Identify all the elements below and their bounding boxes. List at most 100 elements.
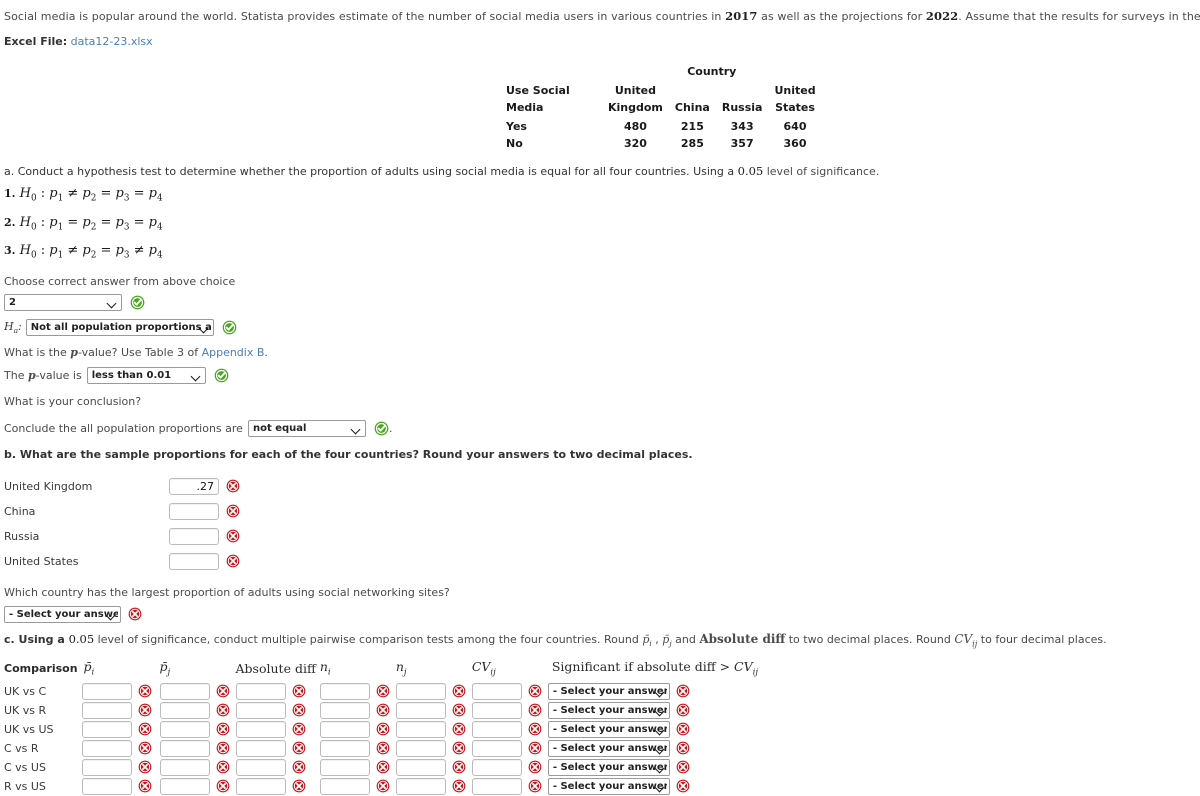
significant-select-row1[interactable]: - Select your answer - (547, 701, 670, 719)
proportion-input-china[interactable] (169, 502, 219, 520)
significant-select-wrap-row2[interactable]: - Select your answer - (547, 720, 670, 738)
proportion-input-us[interactable] (169, 552, 219, 570)
largest-proportion-row: - Select your answer - (4, 605, 1200, 623)
input-p-i-row1[interactable] (81, 701, 132, 719)
input-n-i-row4[interactable] (319, 758, 370, 776)
alternative-hypothesis-row: Ha: Not all population proportions are e… (4, 318, 1200, 336)
input-p-j-row2[interactable] (159, 720, 210, 738)
x-circle-icon (216, 684, 231, 699)
x-circle-icon (226, 554, 241, 569)
alternative-hypothesis-select[interactable]: Not all population proportions are equal (25, 318, 214, 336)
ha-label-text: H (4, 319, 14, 333)
input-p-j-row5[interactable] (159, 777, 210, 795)
proportion-input-russia[interactable] (169, 527, 219, 545)
hypothesis-choice-select-wrap[interactable]: 2 (4, 293, 122, 311)
column-header-uk-line1: United (614, 84, 657, 97)
largest-select-wrap[interactable]: - Select your answer - (4, 605, 121, 623)
significant-select-row5[interactable]: - Select your answer - (547, 777, 670, 795)
input-absdiff-row2[interactable] (235, 720, 286, 738)
input-cv-row4[interactable] (471, 758, 522, 776)
conclusion-select-wrap[interactable]: not equal (247, 419, 366, 437)
input-p-j-row1[interactable] (159, 701, 210, 719)
input-cv-row0[interactable] (471, 682, 522, 700)
x-circle-icon (292, 779, 307, 794)
significant-select-row3[interactable]: - Select your answer - (547, 739, 670, 757)
part-c-pbar-j: p̄j (662, 632, 672, 648)
input-cv-row2[interactable] (471, 720, 522, 738)
comparison-label-uk-vs-us: UK vs US (4, 722, 54, 736)
cell-yes-russia: 343 (730, 120, 754, 133)
input-p-i-row5[interactable] (81, 777, 132, 795)
significant-select-row4[interactable]: - Select your answer - (547, 758, 670, 776)
table-row: C vs R - Select your answer - (4, 739, 762, 758)
conclusion-select[interactable]: not equal (247, 419, 366, 437)
part-c-prompt-mid: level of significance, conduct multiple … (94, 632, 643, 646)
input-n-i-row5[interactable] (319, 777, 370, 795)
significant-select-row0[interactable]: - Select your answer - (547, 682, 670, 700)
pvalue-question-post: -value? Use Table 3 of (77, 345, 202, 359)
input-cv-row1[interactable] (471, 701, 522, 719)
row-label-yes: Yes (506, 120, 527, 133)
input-p-i-row4[interactable] (81, 758, 132, 776)
input-cv-row3[interactable] (471, 739, 522, 757)
x-circle-icon (292, 741, 307, 756)
excel-file-link[interactable]: data12-23.xlsx (71, 35, 153, 48)
part-c-cv: CVij (954, 631, 978, 649)
cell-yes-uk: 480 (623, 120, 647, 133)
column-header-russia: Russia (716, 80, 769, 118)
x-circle-icon (376, 722, 391, 737)
comparison-label-r-vs-us: R vs US (4, 779, 46, 793)
conclusion-period: . (388, 421, 393, 435)
input-n-j-row4[interactable] (395, 758, 446, 776)
input-n-j-row1[interactable] (395, 701, 446, 719)
input-p-j-row3[interactable] (159, 739, 210, 757)
ha-select-wrap[interactable]: Not all population proportions are equal (25, 318, 214, 336)
proportion-input-uk[interactable] (169, 477, 219, 495)
part-a-alpha: 0.05 (737, 164, 764, 178)
input-absdiff-row3[interactable] (235, 739, 286, 757)
input-absdiff-row4[interactable] (235, 758, 286, 776)
x-circle-icon (676, 741, 691, 756)
significant-select-wrap-row5[interactable]: - Select your answer - (547, 777, 670, 795)
input-absdiff-row5[interactable] (235, 777, 286, 795)
header-n-j: nj (395, 659, 407, 678)
significant-select-wrap-row0[interactable]: - Select your answer - (547, 682, 670, 700)
hypothesis-option-1: 1. H0 : p1 ≠ p2 = p3 = p4 (4, 186, 163, 204)
input-p-i-row2[interactable] (81, 720, 132, 738)
header-n-i: ni (319, 659, 331, 678)
significant-select-row2[interactable]: - Select your answer - (547, 720, 670, 738)
input-absdiff-row0[interactable] (235, 682, 286, 700)
input-n-i-row2[interactable] (319, 720, 370, 738)
input-n-i-row1[interactable] (319, 701, 370, 719)
input-n-j-row5[interactable] (395, 777, 446, 795)
column-header-china-line2: China (674, 101, 710, 114)
header-cv: CVij (471, 659, 496, 678)
hypothesis-3-index: 3. (4, 244, 16, 258)
hypothesis-choice-select[interactable]: 2 (4, 293, 122, 311)
appendix-b-link[interactable]: Appendix B (202, 346, 265, 359)
input-n-j-row2[interactable] (395, 720, 446, 738)
pvalue-select-wrap[interactable]: less than 0.01 (86, 366, 206, 384)
significant-select-wrap-row3[interactable]: - Select your answer - (547, 739, 670, 757)
significant-select-wrap-row4[interactable]: - Select your answer - (547, 758, 670, 776)
survey-data-table: Country Use Social Media United Kingdom … (500, 63, 860, 152)
input-n-i-row0[interactable] (319, 682, 370, 700)
check-circle-icon (130, 295, 145, 310)
input-p-j-row0[interactable] (159, 682, 210, 700)
input-absdiff-row1[interactable] (235, 701, 286, 719)
part-b-prompt: b. What are the sample proportions for e… (4, 447, 1200, 462)
significant-select-wrap-row1[interactable]: - Select your answer - (547, 701, 670, 719)
input-p-i-row3[interactable] (81, 739, 132, 757)
x-circle-icon (216, 722, 231, 737)
pvalue-select[interactable]: less than 0.01 (86, 366, 206, 384)
input-n-j-row0[interactable] (395, 682, 446, 700)
input-p-i-row0[interactable] (81, 682, 132, 700)
input-n-i-row3[interactable] (319, 739, 370, 757)
input-p-j-row4[interactable] (159, 758, 210, 776)
input-cv-row5[interactable] (471, 777, 522, 795)
hypothesis-option-2: 2. H0 : p1 = p2 = p3 = p4 (4, 214, 163, 233)
largest-proportion-question: Which country has the largest proportion… (4, 585, 450, 599)
input-n-j-row3[interactable] (395, 739, 446, 757)
largest-proportion-select[interactable]: - Select your answer - (4, 605, 121, 623)
x-circle-icon (452, 703, 467, 718)
